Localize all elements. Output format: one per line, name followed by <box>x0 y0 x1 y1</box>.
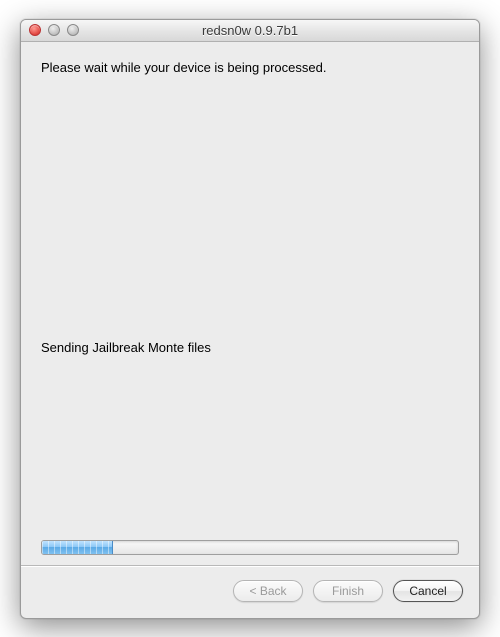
titlebar: redsn0w 0.9.7b1 <box>21 20 479 42</box>
instruction-text: Please wait while your device is being p… <box>41 60 459 75</box>
zoom-icon[interactable] <box>67 24 79 36</box>
footer-buttons: < Back Finish Cancel <box>21 566 479 618</box>
progress-fill <box>42 541 113 554</box>
cancel-button[interactable]: Cancel <box>393 580 463 602</box>
status-text: Sending Jailbreak Monte files <box>41 340 459 355</box>
finish-button: Finish <box>313 580 383 602</box>
minimize-icon[interactable] <box>48 24 60 36</box>
app-window: redsn0w 0.9.7b1 Please wait while your d… <box>20 19 480 619</box>
back-button: < Back <box>233 580 303 602</box>
close-icon[interactable] <box>29 24 41 36</box>
window-controls <box>29 24 79 36</box>
progress-section <box>41 540 459 565</box>
window-title: redsn0w 0.9.7b1 <box>29 23 471 38</box>
content-area: Please wait while your device is being p… <box>21 42 479 565</box>
progress-bar <box>41 540 459 555</box>
